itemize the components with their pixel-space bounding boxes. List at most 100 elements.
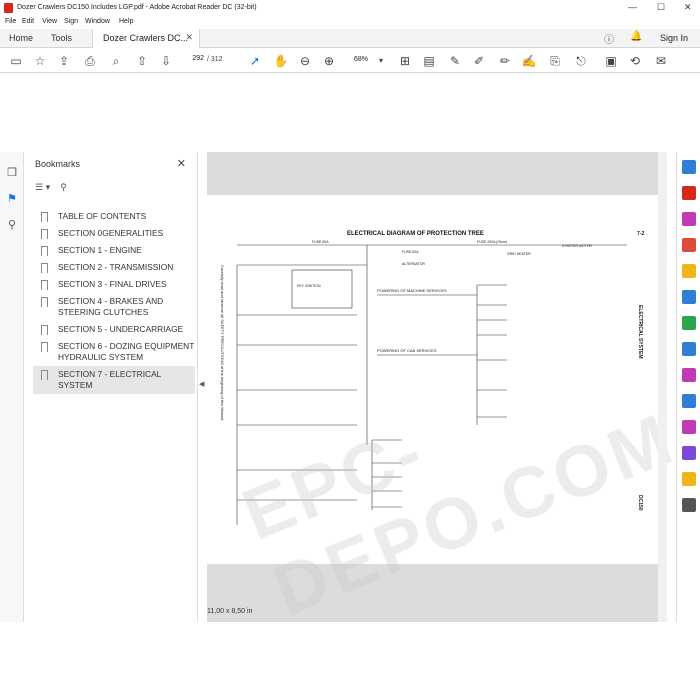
print-icon[interactable]: ⎙ [82, 53, 98, 69]
comment-icon[interactable]: ✎ [447, 53, 463, 69]
menu-bar: File Edit View Sign Window Help [0, 16, 700, 29]
document-view[interactable]: ELECTRICAL DIAGRAM OF PROTECTION TREE 7-… [207, 152, 686, 632]
page-down-icon[interactable]: ⇩ [158, 53, 174, 69]
share-link-icon[interactable]: ⟲ [627, 53, 643, 69]
powering-machine-label: POWERING OF MACHINE SERVICES [377, 288, 447, 293]
powering-cab-label: POWERING OF CAB SERVICES [377, 348, 437, 353]
bookmark-star-icon[interactable]: ☆ [32, 53, 48, 69]
compress-pdf-icon[interactable] [682, 342, 696, 356]
fuse-60a-label: FUSE 60A [402, 250, 419, 254]
select-cursor-icon[interactable]: ➚ [247, 53, 263, 69]
bookmark-item[interactable]: SECTION 0GENERALITIES [33, 225, 195, 242]
zoom-in-icon[interactable]: ⊕ [321, 53, 337, 69]
stamp-tool-icon[interactable] [682, 472, 696, 486]
bookmarks-header: Bookmarks [35, 159, 81, 169]
window-title: Dozer Crawlers DC150 Includes LGP.pdf - … [17, 4, 257, 11]
email-icon[interactable]: ✉ [653, 53, 669, 69]
page-thumbnails-icon[interactable]: ❐ [5, 166, 19, 180]
key-ignition-label: KEY IGNITION [297, 284, 321, 288]
bookmark-item[interactable]: SECTION 3 - FINAL DRIVES [33, 276, 195, 293]
tab-tools[interactable]: Tools [51, 33, 72, 43]
bookmark-item[interactable]: SECTION 4 - BRAKES AND STEERING CLUTCHES [33, 293, 195, 321]
menu-window[interactable]: Window [85, 18, 110, 25]
bookmark-item[interactable]: SECTION 1 - ENGINE [33, 242, 195, 259]
bookmark-item[interactable]: SECTION 6 - DOZING EQUIPMENT HYDRAULIC S… [33, 338, 195, 366]
combine-files-icon[interactable] [682, 290, 696, 304]
vertical-scrollbar[interactable] [658, 152, 667, 622]
tab-bar: Home Tools Dozer Crawlers DC... ✕ ⓘ 🔔 Si… [0, 29, 700, 48]
upload-icon[interactable]: ⇪ [56, 53, 72, 69]
create-pdf-tool-icon[interactable] [682, 238, 696, 252]
page-up-icon[interactable]: ⇧ [134, 53, 150, 69]
bookmark-icon [41, 229, 48, 239]
protect-icon[interactable] [682, 394, 696, 408]
search-tool-icon[interactable] [682, 160, 696, 174]
diagram-title: ELECTRICAL DIAGRAM OF PROTECTION TREE [347, 231, 484, 237]
left-navigation-bar: ❐ ⚑ ⚲ [0, 152, 24, 622]
toolbar: ▭ ☆ ⇪ ⎙ ⌕ ⇧ ⇩ 292 / 312 ➚ ✋ ⊖ ⊕ 68% ▾ ⊞ … [0, 48, 700, 73]
bookmark-icon [41, 325, 48, 335]
stamp-icon[interactable]: ⎘ [547, 53, 563, 69]
help-icon[interactable]: ⓘ [604, 31, 614, 46]
minimize-button[interactable]: — [628, 2, 637, 12]
chevron-down-icon[interactable]: ▾ [373, 53, 389, 69]
hand-tool-icon[interactable]: ✋ [273, 53, 289, 69]
bookmark-item-selected[interactable]: SECTION 7 - ELECTRICAL SYSTEM [33, 366, 195, 394]
menu-view[interactable]: View [42, 18, 57, 25]
bookmarks-panel: Bookmarks ✕ ☰ ▾ ⚲ TABLE OF CONTENTS SECT… [25, 152, 198, 622]
page-total: / 312 [207, 56, 223, 63]
collapse-panel-icon[interactable]: ◀ [199, 380, 204, 388]
grid-heater-label: GRID HEATER [507, 252, 531, 256]
bookmark-item[interactable]: SECTION 5 - UNDERCARRIAGE [33, 321, 195, 338]
menu-sign[interactable]: Sign [64, 18, 78, 25]
organize-pages-icon[interactable] [682, 316, 696, 330]
menu-file[interactable]: File [5, 18, 16, 25]
create-pdf-icon[interactable]: ▭ [8, 53, 24, 69]
bookmark-icon [41, 263, 48, 273]
bookmark-item[interactable]: TABLE OF CONTENTS [33, 208, 195, 225]
close-window-button[interactable]: ✕ [684, 2, 692, 13]
model-label: DC150 [637, 495, 643, 511]
export-pdf-icon[interactable] [682, 186, 696, 200]
zoom-level[interactable]: 68% [354, 56, 368, 63]
read-aloud-icon[interactable]: ▣ [603, 53, 619, 69]
side-label: ELECTRICAL SYSTEM [637, 305, 643, 359]
sign-icon[interactable]: ✍ [521, 53, 537, 69]
close-tab-icon[interactable]: ✕ [185, 32, 193, 43]
zoom-out-icon[interactable]: ⊖ [297, 53, 313, 69]
attachments-icon[interactable]: ⚲ [5, 218, 19, 232]
bookmark-icon [41, 370, 48, 380]
maximize-button[interactable]: ☐ [657, 2, 665, 13]
notifications-icon[interactable]: 🔔 [630, 31, 642, 42]
bookmark-options-icon[interactable]: ☰ ▾ ⚲ [35, 182, 67, 193]
draw-icon[interactable]: ✏ [497, 53, 513, 69]
fuse-50a-label: FUSE 50A [312, 240, 329, 244]
tab-home[interactable]: Home [9, 33, 33, 43]
fuse-200a-label: FUSE 200A (Ohne) [477, 240, 507, 244]
share-icon[interactable]: ⎋ [573, 53, 589, 69]
edit-pdf-icon[interactable] [682, 212, 696, 226]
menu-edit[interactable]: Edit [22, 18, 34, 25]
sign-in-button[interactable]: Sign In [660, 33, 688, 43]
fit-page-icon[interactable]: ⊞ [397, 53, 413, 69]
scroll-mode-icon[interactable]: ▤ [421, 53, 437, 69]
more-tools-icon[interactable] [682, 498, 696, 512]
tab-document[interactable]: Dozer Crawlers DC... ✕ [92, 29, 200, 48]
acrobat-icon [4, 3, 13, 13]
menu-help[interactable]: Help [119, 18, 133, 25]
redact-icon[interactable] [682, 420, 696, 434]
safety-note: Carefully read and observe all SAFETY PR… [220, 265, 225, 420]
page-number-input[interactable]: 292 [184, 55, 204, 67]
send-for-review-icon[interactable] [682, 446, 696, 460]
starter-motor-label: STARTER MOTOR [562, 244, 592, 248]
page-size-status: 11,00 x 8,50 in [207, 608, 253, 615]
bookmark-icon [41, 297, 48, 307]
bookmark-item[interactable]: SECTION 2 - TRANSMISSION [33, 259, 195, 276]
close-panel-icon[interactable]: ✕ [177, 157, 186, 170]
search-icon[interactable]: ⌕ [108, 53, 124, 69]
fill-sign-icon[interactable] [682, 368, 696, 382]
bookmarks-panel-icon[interactable]: ⚑ [5, 192, 19, 206]
alternator-label: ALTERNATOR [402, 262, 425, 266]
comment-tool-icon[interactable] [682, 264, 696, 278]
highlight-icon[interactable]: ✐ [471, 53, 487, 69]
